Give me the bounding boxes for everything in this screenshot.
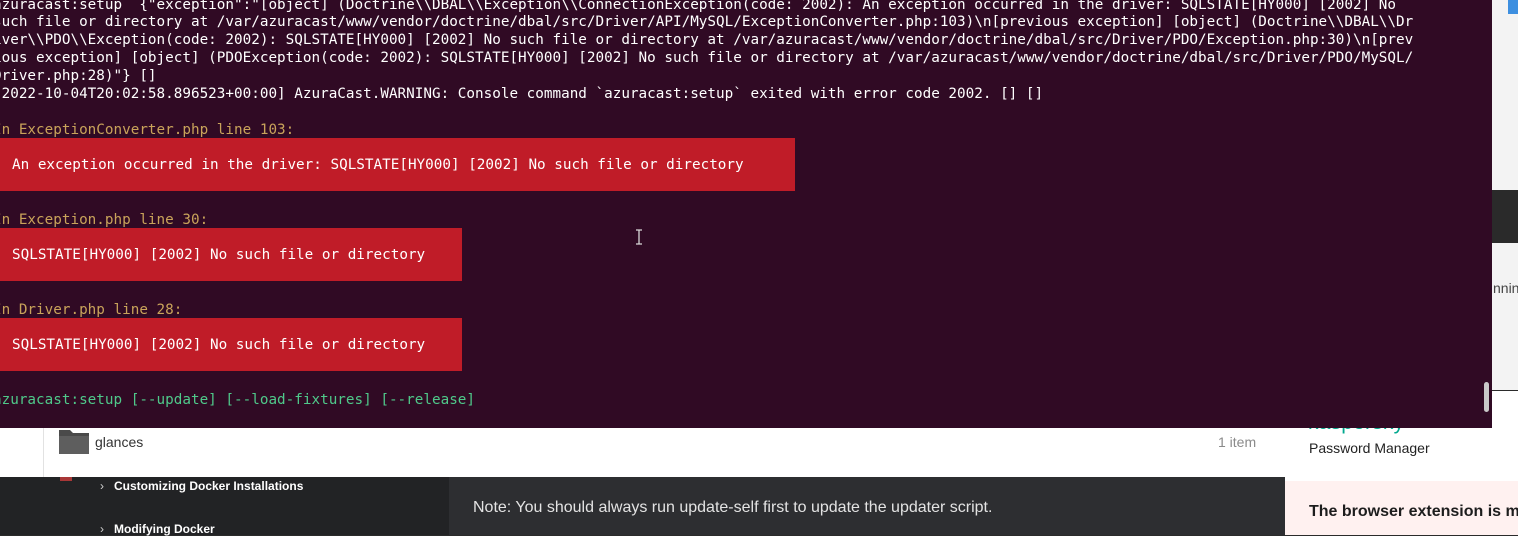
terminal-line: azuracast:setup {"exception":"[object] (… xyxy=(0,0,1397,13)
folder-name: glances xyxy=(95,434,144,450)
terminal-scrollbar[interactable] xyxy=(1484,382,1489,412)
docs-note: Note: You should always run update-self … xyxy=(473,499,993,516)
error-message: An exception occurred in the driver: SQL… xyxy=(12,157,744,173)
docs-sidebar: › Customizing Docker Installations › Modif… xyxy=(0,477,449,536)
sidebar-accent xyxy=(60,477,72,481)
error-box: SQLSTATE[HY000] [2002] No such file or d… xyxy=(0,228,462,281)
docs-content: Note: You should always run update-self … xyxy=(449,477,1285,535)
terminal-line: [2022-10-04T20:02:58.896523+00:00] Azura… xyxy=(0,86,1044,102)
exception-heading: In ExceptionConverter.php line 103: xyxy=(0,122,295,138)
chevron-right-icon: › xyxy=(100,479,104,493)
sidebar-item-customizing-docker[interactable]: › Customizing Docker Installations xyxy=(100,479,303,493)
terminal-line: ious exception] [object] (PDOException(c… xyxy=(0,50,1414,66)
exception-heading: In Exception.php line 30: xyxy=(0,212,209,228)
terminal-window[interactable]: azuracast:setup {"exception":"[object] (… xyxy=(0,0,1492,428)
usage-line: azuracast:setup [--update] [--load-fixtu… xyxy=(0,392,476,408)
sidebar-item-modifying-docker[interactable]: › Modifying Docker xyxy=(100,522,215,536)
text-cursor-icon xyxy=(636,229,642,245)
error-message: SQLSTATE[HY000] [2002] No such file or d… xyxy=(12,247,426,263)
background-dark-band xyxy=(1492,190,1518,243)
error-message: SQLSTATE[HY000] [2002] No such file or d… xyxy=(12,337,426,353)
chevron-right-icon: › xyxy=(100,522,104,536)
divider xyxy=(43,428,44,477)
sidebar-item-label: Customizing Docker Installations xyxy=(114,479,304,493)
folder-icon xyxy=(59,430,89,454)
exception-heading: In Driver.php line 28: xyxy=(0,302,183,318)
terminal-line: iver\\PDO\\Exception(code: 2002): SQLSTA… xyxy=(0,32,1414,48)
kaspersky-warning: The browser extension is mi xyxy=(1309,503,1518,520)
error-box: SQLSTATE[HY000] [2002] No such file or d… xyxy=(0,318,462,371)
background-blue-accent xyxy=(1508,0,1518,14)
file-list-row[interactable]: glances 1 item xyxy=(0,428,1285,477)
kaspersky-product-name: Password Manager xyxy=(1309,440,1430,456)
error-box: An exception occurred in the driver: SQL… xyxy=(0,138,795,191)
terminal-line: such file or directory at /var/azuracast… xyxy=(0,14,1414,30)
terminal-line: Driver.php:28)"} [] xyxy=(0,68,157,84)
sidebar-item-label: Modifying Docker xyxy=(114,522,215,536)
background-partial-text: nnin xyxy=(1493,280,1518,296)
folder-item-count: 1 item xyxy=(1218,434,1257,450)
